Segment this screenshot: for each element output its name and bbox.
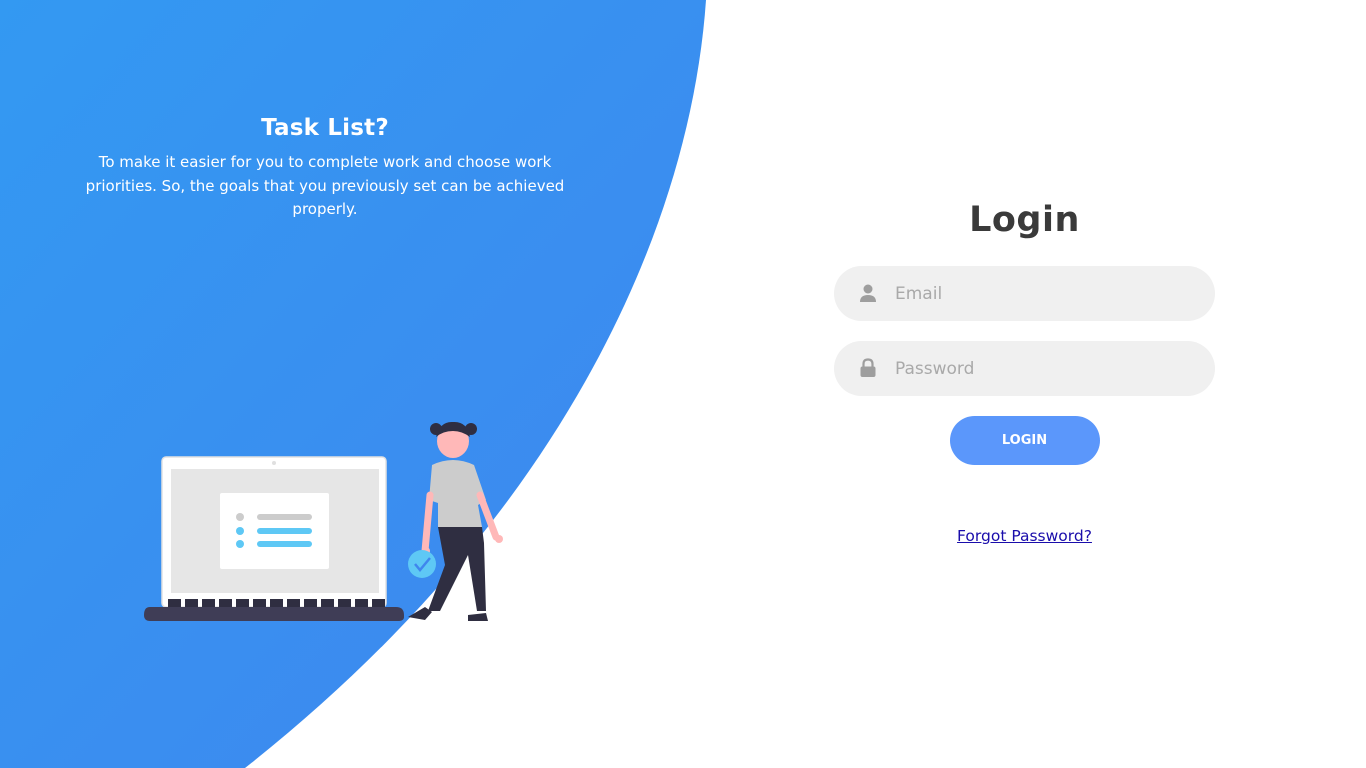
login-button[interactable]: LOGIN [949,416,1100,465]
login-title: Login [969,200,1080,240]
login-page: Task List? To make it easier for you to … [0,0,1366,768]
email-field[interactable] [834,266,1215,321]
password-input[interactable] [895,341,1195,396]
user-icon [860,284,876,302]
password-field[interactable] [834,341,1215,396]
forgot-password-link[interactable]: Forgot Password? [834,527,1215,545]
login-form: Login LOGIN Forgot Password? [834,190,1215,545]
intro-section: Task List? To make it easier for you to … [70,115,580,222]
task-list-illustration [144,421,503,621]
intro-text: To make it easier for you to complete wo… [85,153,565,218]
email-input[interactable] [895,266,1195,321]
intro-title: Task List? [261,115,389,141]
lock-icon [860,358,876,377]
